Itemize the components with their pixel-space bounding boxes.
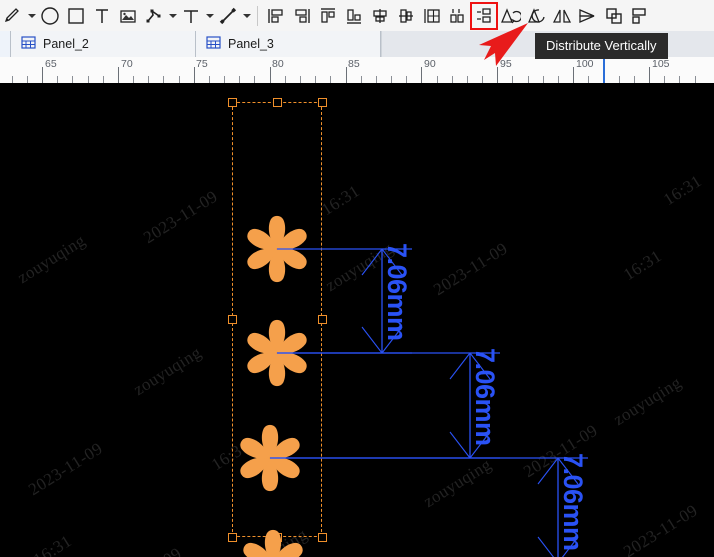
align-top-icon[interactable]: [315, 3, 341, 29]
ruler-minor-tick: [315, 76, 316, 83]
ruler-minor-tick: [224, 76, 225, 83]
ruler-minor-tick: [528, 76, 529, 83]
polyline-tool-dropdown-icon[interactable]: [167, 3, 178, 29]
ruler-major-tick: [42, 67, 43, 83]
toolbar-separator-1: [257, 5, 258, 26]
ruler-minor-tick: [103, 76, 104, 83]
tab-panel-2-label: Panel_2: [43, 37, 89, 51]
ruler-minor-tick: [664, 76, 665, 83]
ruler-minor-tick: [330, 76, 331, 83]
dimension-value-label: 7.06mm: [382, 243, 412, 341]
panel-grid-icon: [21, 35, 36, 53]
ruler-minor-tick: [467, 76, 468, 83]
ellipse-tool-icon[interactable]: [37, 3, 63, 29]
align-center-vertical-icon[interactable]: [393, 3, 419, 29]
ruler-minor-tick: [148, 76, 149, 83]
ruler-label: 100: [576, 58, 594, 70]
ruler-major-tick: [421, 67, 422, 83]
ruler-position-marker: [603, 57, 605, 83]
ruler-minor-tick: [482, 76, 483, 83]
ruler-minor-tick: [163, 76, 164, 83]
ruler-minor-tick: [133, 76, 134, 83]
ruler-label: 80: [272, 58, 284, 70]
ruler-minor-tick: [558, 76, 559, 83]
panel-grid-icon: [206, 35, 221, 53]
pen-tool-icon[interactable]: [0, 3, 26, 29]
ruler-major-tick: [270, 67, 271, 83]
dimension-line: [449, 431, 471, 459]
pen-tool-dropdown-icon[interactable]: [26, 3, 37, 29]
ruler-minor-tick: [619, 76, 620, 83]
ruler-minor-tick: [88, 76, 89, 83]
ruler-minor-tick: [239, 76, 240, 83]
ruler-label: 75: [196, 58, 208, 70]
ruler-major-tick: [649, 67, 650, 83]
ruler-minor-tick: [679, 76, 680, 83]
ruler-minor-tick: [285, 76, 286, 83]
ruler-minor-tick: [361, 76, 362, 83]
dimension-tool-icon[interactable]: [215, 3, 241, 29]
crosshair-tool-icon[interactable]: [178, 3, 204, 29]
grid-arrange-icon[interactable]: [419, 3, 445, 29]
mirror-vertical-icon[interactable]: [549, 3, 575, 29]
ruler-minor-tick: [391, 76, 392, 83]
ruler-minor-tick: [512, 76, 513, 83]
horizontal-ruler[interactable]: 65 70 75 80 85 90 95 100 105: [0, 57, 714, 84]
duplicate-icon[interactable]: [601, 3, 627, 29]
ruler-minor-tick: [634, 76, 635, 83]
ruler-major-tick: [346, 67, 347, 83]
ruler-minor-tick: [437, 76, 438, 83]
ruler-minor-tick: [543, 76, 544, 83]
tab-panel-3[interactable]: Panel_3: [196, 31, 381, 57]
ruler-label: 85: [348, 58, 360, 70]
tooltip: Distribute Vertically: [535, 33, 668, 59]
ruler-minor-tick: [57, 76, 58, 83]
ruler-minor-tick: [254, 76, 255, 83]
ruler-minor-tick: [406, 76, 407, 83]
align-right-icon[interactable]: [289, 3, 315, 29]
ruler-label: 70: [121, 58, 133, 70]
crosshair-tool-dropdown-icon[interactable]: [204, 3, 215, 29]
dimension-value-label: 7.06mm: [558, 453, 588, 551]
design-canvas[interactable]: zouyuqing 2023-11-09 16:31 2023-11-09 16:31 z…: [0, 83, 714, 557]
ruler-major-tick: [573, 67, 574, 83]
taper-icon[interactable]: [575, 3, 601, 29]
dimension-annotation-layer: [270, 248, 588, 557]
ruler-minor-tick: [12, 76, 13, 83]
ruler-label: 105: [652, 58, 670, 70]
group-icon[interactable]: [627, 3, 653, 29]
dimension-line: [361, 326, 383, 354]
ruler-minor-tick: [27, 76, 28, 83]
align-center-horizontal-icon[interactable]: [367, 3, 393, 29]
align-left-icon[interactable]: [263, 3, 289, 29]
tab-panel-3-label: Panel_3: [228, 37, 274, 51]
dimension-line: [537, 457, 559, 485]
dimension-line: [361, 248, 383, 276]
tab-panel-2[interactable]: Panel_2: [11, 31, 196, 57]
dimension-value-label: 7.06mm: [470, 348, 500, 446]
ruler-minor-tick: [209, 76, 210, 83]
ruler-label: 90: [424, 58, 436, 70]
dimension-line: [537, 536, 555, 557]
ruler-minor-tick: [179, 76, 180, 83]
main-toolbar: [0, 0, 714, 32]
align-bottom-icon[interactable]: [341, 3, 367, 29]
image-tool-icon[interactable]: [115, 3, 141, 29]
ruler-minor-tick: [72, 76, 73, 83]
dimension-tool-dropdown-icon[interactable]: [241, 3, 252, 29]
dimension-line: [449, 352, 471, 380]
rectangle-tool-icon[interactable]: [63, 3, 89, 29]
ruler-minor-tick: [452, 76, 453, 83]
ruler-label: 65: [45, 58, 57, 70]
ruler-minor-tick: [300, 76, 301, 83]
ruler-major-tick: [118, 67, 119, 83]
text-tool-icon[interactable]: [89, 3, 115, 29]
tab-bar-leading-edge: [0, 31, 11, 57]
ruler-minor-tick: [588, 76, 589, 83]
polyline-tool-icon[interactable]: [141, 3, 167, 29]
ruler-major-tick: [194, 67, 195, 83]
red-pointer-arrow: [479, 23, 528, 66]
ruler-minor-tick: [376, 76, 377, 83]
ruler-minor-tick: [695, 76, 696, 83]
